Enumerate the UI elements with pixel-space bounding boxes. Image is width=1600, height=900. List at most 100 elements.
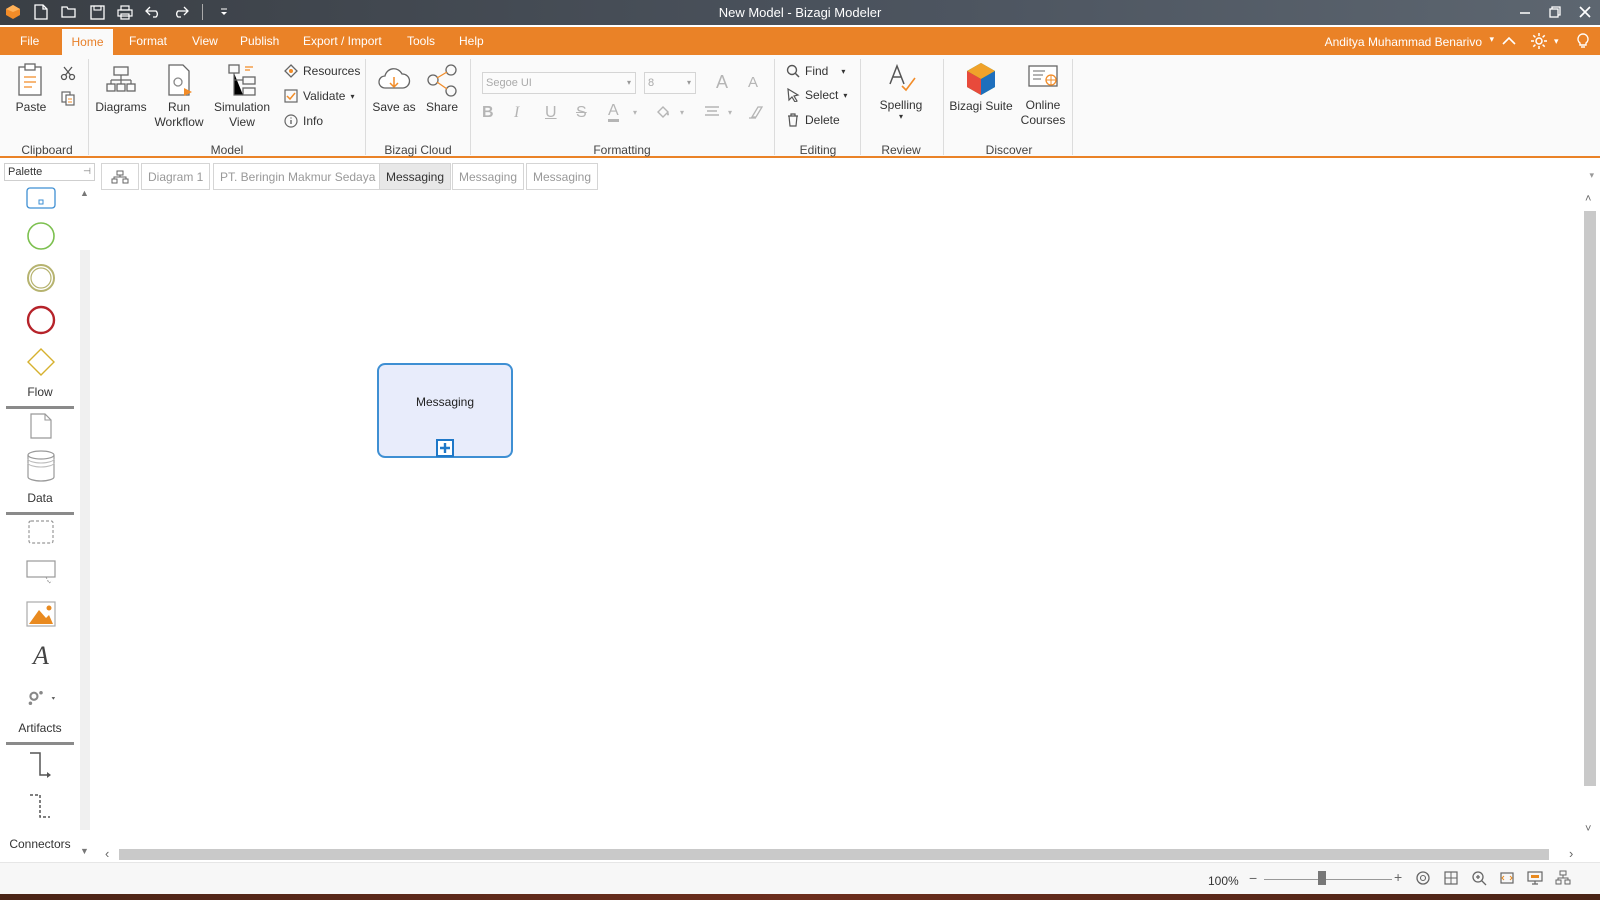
fill-color-icon[interactable] bbox=[655, 104, 671, 125]
strikethrough-icon[interactable]: S bbox=[576, 104, 587, 122]
app-logo-icon[interactable] bbox=[4, 3, 22, 21]
bold-icon[interactable]: B bbox=[482, 104, 494, 122]
overview-map-icon[interactable] bbox=[1555, 870, 1573, 888]
save-icon[interactable] bbox=[88, 3, 106, 21]
text-icon[interactable]: A bbox=[26, 641, 56, 671]
customize-icon[interactable] bbox=[215, 3, 233, 21]
restore-icon[interactable] bbox=[1546, 2, 1564, 22]
tab-overflow-icon[interactable]: ▾ bbox=[1589, 170, 1594, 181]
paste-button[interactable]: Paste bbox=[12, 62, 50, 115]
bizagi-suite-button[interactable]: Bizagi Suite bbox=[948, 61, 1014, 114]
resources-button[interactable]: Resources bbox=[284, 64, 360, 78]
image-icon[interactable] bbox=[26, 599, 56, 629]
italic-icon[interactable]: I bbox=[514, 104, 519, 122]
palette-scrollbar[interactable]: ▲ ▼ bbox=[77, 186, 93, 861]
user-name[interactable]: Anditya Muhammad Benarivo bbox=[1325, 35, 1482, 49]
horizontal-scroll-thumb[interactable] bbox=[119, 849, 1549, 860]
tab-tools[interactable]: Tools bbox=[407, 27, 435, 55]
user-dropdown-icon[interactable]: ▾ bbox=[1489, 34, 1494, 45]
scroll-left-icon[interactable]: ‹ bbox=[105, 846, 109, 861]
collapse-ribbon-icon[interactable] bbox=[1500, 32, 1518, 50]
task-shape-icon[interactable] bbox=[26, 183, 56, 213]
zoom-slider[interactable] bbox=[1264, 879, 1392, 880]
menu-file[interactable]: File bbox=[20, 27, 39, 55]
new-icon[interactable] bbox=[32, 3, 50, 21]
intermediate-event-icon[interactable] bbox=[26, 263, 56, 293]
tab-help[interactable]: Help bbox=[459, 27, 484, 55]
scroll-down-icon[interactable]: ▼ bbox=[80, 846, 89, 856]
delete-button[interactable]: Delete bbox=[786, 113, 840, 127]
zoom-slider-thumb[interactable] bbox=[1317, 871, 1326, 885]
zoom-search-icon[interactable] bbox=[1471, 870, 1489, 888]
subprocess-shape[interactable]: Messaging bbox=[377, 363, 513, 458]
cut-button[interactable] bbox=[60, 65, 76, 81]
expand-subprocess-icon[interactable] bbox=[436, 439, 454, 457]
annotation-icon[interactable] bbox=[26, 557, 56, 587]
copy-button[interactable] bbox=[60, 90, 76, 106]
share-button[interactable]: Share bbox=[420, 62, 464, 115]
zoom-in-icon[interactable]: + bbox=[1394, 869, 1402, 885]
diagram-canvas[interactable]: Messaging bbox=[97, 190, 1583, 843]
font-color-icon[interactable]: A bbox=[608, 103, 619, 122]
pin-icon[interactable]: ⊣ bbox=[83, 166, 91, 177]
actual-size-icon[interactable] bbox=[1415, 870, 1433, 888]
spelling-button[interactable]: Spelling ▾ bbox=[874, 62, 928, 121]
start-event-icon[interactable] bbox=[26, 221, 56, 251]
scroll-right-icon[interactable]: › bbox=[1569, 846, 1573, 861]
info-button[interactable]: Info bbox=[284, 114, 323, 128]
presentation-icon[interactable] bbox=[1527, 870, 1545, 888]
fit-width-icon[interactable] bbox=[1499, 870, 1517, 888]
tab-format[interactable]: Format bbox=[129, 27, 167, 55]
clear-format-icon[interactable] bbox=[748, 105, 764, 124]
online-courses-button[interactable]: Online Courses bbox=[1016, 62, 1070, 128]
gateway-icon[interactable] bbox=[26, 347, 56, 377]
open-icon[interactable] bbox=[60, 3, 78, 21]
scroll-down-icon[interactable]: ˅ bbox=[1585, 823, 1591, 835]
sequence-flow-icon[interactable] bbox=[26, 751, 56, 781]
canvas-vertical-scrollbar[interactable]: ˄ ˅ bbox=[1582, 193, 1598, 845]
find-dropdown-icon[interactable]: ▾ bbox=[841, 67, 845, 76]
grow-font-icon[interactable]: A bbox=[716, 72, 728, 93]
tab-view[interactable]: View bbox=[192, 27, 218, 55]
select-dropdown-icon[interactable]: ▾ bbox=[843, 91, 847, 100]
palette-scroll-track[interactable] bbox=[80, 250, 90, 830]
simulation-view-button[interactable]: Simulation View bbox=[210, 62, 274, 130]
settings-gear-icon[interactable] bbox=[1530, 32, 1548, 50]
tab-diagram[interactable]: Messaging bbox=[452, 163, 525, 190]
tab-diagram[interactable]: Diagram 1 bbox=[141, 163, 211, 190]
tab-home[interactable]: Home bbox=[62, 29, 113, 55]
lightbulb-icon[interactable] bbox=[1574, 32, 1592, 50]
validate-button[interactable]: Validate ▾ bbox=[284, 89, 355, 103]
vertical-scroll-thumb[interactable] bbox=[1584, 211, 1596, 786]
find-button[interactable]: Find ▾ bbox=[786, 64, 845, 78]
scroll-up-icon[interactable]: ˄ bbox=[1585, 193, 1591, 205]
spelling-dropdown-icon[interactable]: ▾ bbox=[899, 113, 903, 121]
canvas-horizontal-scrollbar[interactable]: ‹ › bbox=[101, 846, 1587, 862]
undo-icon[interactable] bbox=[144, 3, 162, 21]
fill-color-dropdown-icon[interactable]: ▾ bbox=[680, 108, 684, 117]
zoom-out-icon[interactable]: − bbox=[1249, 870, 1257, 886]
close-icon[interactable] bbox=[1576, 2, 1594, 22]
end-event-icon[interactable] bbox=[26, 305, 56, 335]
minimize-icon[interactable] bbox=[1516, 2, 1534, 22]
tab-export-import[interactable]: Export / Import bbox=[303, 27, 382, 55]
custom-artifact-icon[interactable] bbox=[26, 683, 56, 713]
run-workflow-button[interactable]: Run Workflow bbox=[152, 62, 206, 130]
select-button[interactable]: Select ▾ bbox=[786, 88, 847, 102]
data-object-icon[interactable] bbox=[26, 411, 56, 441]
diagrams-button[interactable]: Diagrams bbox=[94, 62, 148, 115]
underline-icon[interactable]: U bbox=[545, 104, 557, 122]
font-color-dropdown-icon[interactable]: ▾ bbox=[633, 108, 637, 117]
tab-publish[interactable]: Publish bbox=[240, 27, 279, 55]
group-shape-icon[interactable] bbox=[26, 517, 56, 547]
align-dropdown-icon[interactable]: ▾ bbox=[728, 108, 732, 117]
align-icon[interactable] bbox=[704, 105, 720, 124]
message-flow-icon[interactable] bbox=[26, 793, 56, 823]
save-as-button[interactable]: Save as bbox=[372, 62, 416, 115]
tab-diagram[interactable]: Messaging bbox=[526, 163, 599, 190]
font-size-select[interactable]: 8 ▾ bbox=[644, 72, 696, 94]
redo-icon[interactable] bbox=[172, 3, 190, 21]
settings-dropdown-icon[interactable]: ▾ bbox=[1554, 36, 1564, 54]
tab-diagram-active[interactable]: Messaging bbox=[379, 163, 452, 190]
scroll-up-icon[interactable]: ▲ bbox=[80, 188, 89, 198]
